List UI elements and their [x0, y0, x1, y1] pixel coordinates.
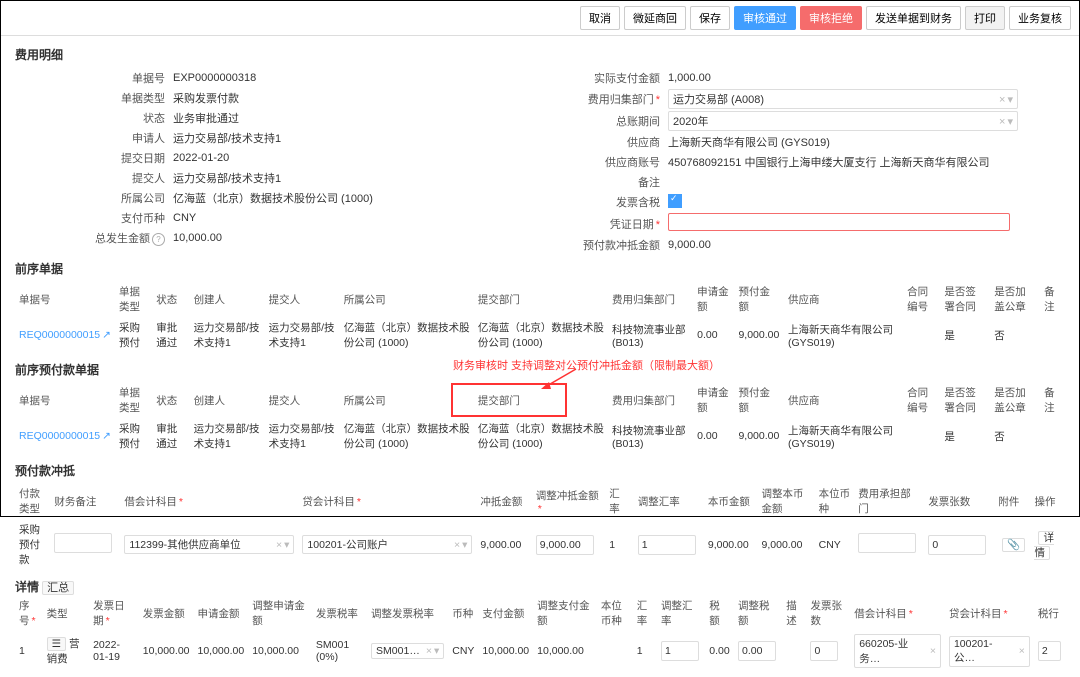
- offset-table: 付款类型 财务备注 借会计科目 贷会计科目 冲抵金额 调整冲抵金额 汇率 调整汇…: [15, 483, 1065, 570]
- adj-rate-input[interactable]: 1: [638, 535, 696, 555]
- recall-button[interactable]: 微延商回: [624, 6, 686, 30]
- costdept-input[interactable]: [858, 533, 916, 553]
- cancel-button[interactable]: 取消: [580, 6, 620, 30]
- payamount-label: 实际支付金额: [570, 70, 660, 86]
- company-value: 亿海蓝（北京）数据技术股份公司 (1000): [173, 190, 570, 206]
- arrow-icon: [541, 367, 581, 391]
- prepay-value: 9,000.00: [668, 239, 1065, 251]
- col-type: 单据类型: [115, 281, 152, 317]
- external-link-icon: ↗: [102, 329, 111, 341]
- status-label: 状态: [75, 110, 165, 126]
- col-submitter: 提交人: [265, 281, 340, 317]
- total-label: 总发生金额?: [75, 230, 165, 246]
- payamount-value: 1,000.00: [668, 72, 1065, 84]
- adjtax-select[interactable]: SM001…×▾: [371, 643, 444, 659]
- col-prepay: 预付金额: [734, 281, 784, 317]
- supacct-value: 450768092151 中国银行上海申缕大厦支行 上海新天商华有限公司: [668, 154, 1065, 170]
- company-label: 所属公司: [75, 190, 165, 206]
- dr-account-select[interactable]: 112399-其他供应商单位×▾: [124, 535, 294, 554]
- docno-value: EXP0000000318: [173, 72, 570, 84]
- adjtaxamt-input[interactable]: 0.00: [738, 641, 776, 661]
- dr-select[interactable]: 660205-业务…×: [854, 634, 941, 668]
- table-row: REQ0000000015↗ 采购预付审批通过运力交易部/技术支持1运力交易部/…: [15, 418, 1065, 454]
- col-status: 状态: [152, 281, 189, 317]
- invtax-checkbox[interactable]: [668, 194, 682, 208]
- detail-button[interactable]: 详情: [1034, 531, 1054, 560]
- save-button[interactable]: 保存: [690, 6, 730, 30]
- col-docno: 单据号: [15, 281, 115, 317]
- annotation-text: 财务审核时 支持调整对公预付冲抵金额（限制最大额）: [453, 357, 720, 373]
- col-company: 所属公司: [340, 281, 474, 317]
- offset-amt: 9,000.00: [476, 519, 531, 570]
- col-contract: 合同编号: [903, 281, 940, 317]
- prepay-label: 预付款冲抵金额: [570, 237, 660, 253]
- applicant-label: 申请人: [75, 130, 165, 146]
- invcnt-input2[interactable]: 0: [810, 641, 838, 661]
- col-costdept: 费用归集部门: [608, 281, 693, 317]
- period-label: 总账期间: [570, 113, 660, 129]
- period-select[interactable]: 2020年×▾: [668, 111, 1018, 131]
- remark-label: 备注: [570, 174, 660, 190]
- send-finance-button[interactable]: 发送单据到财务: [866, 6, 961, 30]
- submitter-label: 提交人: [75, 170, 165, 186]
- col-signed: 是否签署合同: [940, 281, 990, 317]
- submitdate-label: 提交日期: [75, 150, 165, 166]
- total-value: 10,000.00: [173, 232, 570, 244]
- log-button[interactable]: 业务复核: [1009, 6, 1071, 30]
- preprepay-link[interactable]: REQ0000000015↗: [19, 430, 111, 442]
- section-detail-title: 详情: [15, 580, 39, 594]
- supplier-value: 上海新天商华有限公司 (GYS019): [668, 134, 1065, 150]
- predoc-table: 单据号 单据类型 状态 创建人 提交人 所属公司 提交部门 费用归集部门 申请金…: [15, 281, 1065, 353]
- applicant-link[interactable]: 运力交易部/技术支持1: [173, 130, 570, 146]
- table-row: 采购预付款 112399-其他供应商单位×▾ 100201-公司账户×▾ 9,0…: [15, 519, 1065, 570]
- currency-label: 支付币种: [75, 210, 165, 226]
- table-row: REQ0000000015↗ 采购预付 审批通过 运力交易部/技术支持1 运力交…: [15, 317, 1065, 353]
- col-remark: 备注: [1040, 281, 1065, 317]
- external-link-icon: ↗: [102, 430, 111, 442]
- predoc-link[interactable]: REQ0000000015↗: [19, 329, 111, 341]
- tab-summary[interactable]: 汇总: [42, 581, 74, 595]
- cr-account-select[interactable]: 100201-公司账户×▾: [302, 535, 472, 554]
- detail-table: 序号 类型 发票日期 发票金额 申请金额 调整申请金额 发票税率 调整发票税率 …: [15, 595, 1065, 671]
- expand-icon[interactable]: ☰: [47, 637, 66, 651]
- invcnt-input[interactable]: 0: [928, 535, 986, 555]
- currency-value: CNY: [173, 212, 570, 224]
- dept-label: 费用归集部门: [570, 91, 660, 107]
- preprepay-table: 单据号单据类型状态创建人提交人所属公司提交部门费用归集部门申请金额预付金额供应商…: [15, 382, 1065, 454]
- adjrate-input[interactable]: 1: [661, 641, 699, 661]
- col-subdept: 提交部门: [474, 281, 608, 317]
- finremark-input[interactable]: [54, 533, 112, 553]
- supacct-label: 供应商账号: [570, 154, 660, 170]
- section-predoc-title: 前序单据: [15, 260, 1065, 277]
- invtax-label: 发票含税: [570, 194, 660, 210]
- docno-label: 单据号: [75, 70, 165, 86]
- top-toolbar: 取消 微延商回 保存 审核通过 审核拒绝 发送单据到财务 打印 业务复核: [1, 1, 1079, 36]
- voucher-date-input[interactable]: [668, 213, 1010, 231]
- supplier-label: 供应商: [570, 134, 660, 150]
- status-value: 业务审批通过: [173, 110, 570, 126]
- attach-icon[interactable]: 📎: [1002, 538, 1025, 552]
- dept-select[interactable]: 运力交易部 (A008)×▾: [668, 89, 1018, 109]
- table-row: 1 ☰ 营销费 2022-01-19 10,000.00 10,000.00 1…: [15, 631, 1065, 671]
- reject-button[interactable]: 审核拒绝: [800, 6, 862, 30]
- col-supplier: 供应商: [784, 281, 903, 317]
- col-creator: 创建人: [190, 281, 265, 317]
- doctype-value: 采购发票付款: [173, 90, 570, 106]
- submitter-value: 运力交易部/技术支持1: [173, 170, 570, 186]
- approve-button[interactable]: 审核通过: [734, 6, 796, 30]
- print-button[interactable]: 打印: [965, 6, 1005, 30]
- submitdate-value: 2022-01-20: [173, 152, 570, 164]
- section-expense-title: 费用明细: [15, 46, 1065, 63]
- col-apply: 申请金额: [693, 281, 734, 317]
- section-offset-title: 预付款冲抵: [15, 462, 1065, 479]
- help-icon[interactable]: ?: [152, 233, 165, 246]
- doctype-label: 单据类型: [75, 90, 165, 106]
- adj-amt-input[interactable]: 9,000.00: [536, 535, 594, 555]
- voucher-label: 凭证日期: [570, 216, 660, 232]
- cr-select[interactable]: 100201-公…×: [949, 636, 1030, 667]
- incr-input[interactable]: 2: [1038, 641, 1061, 661]
- col-stamped: 是否加盖公章: [990, 281, 1040, 317]
